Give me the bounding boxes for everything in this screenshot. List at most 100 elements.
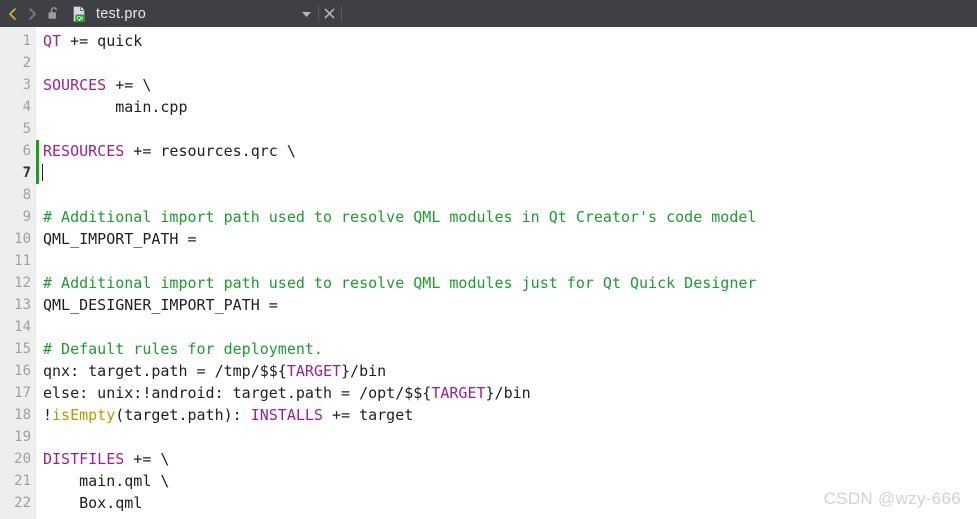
watermark: CSDN @wzy-666 <box>823 489 961 508</box>
code-text[interactable]: # Additional import path used to resolve… <box>36 272 756 294</box>
code-line[interactable]: 4 main.cpp <box>0 96 977 118</box>
code-token: += resources.qrc \ <box>124 142 296 160</box>
code-token: += quick <box>61 32 143 50</box>
code-token: (target.path): <box>115 406 251 424</box>
line-number: 17 <box>0 382 36 404</box>
code-token: main.cpp <box>43 98 188 116</box>
line-number: 7 <box>0 162 36 184</box>
chevron-down-icon[interactable] <box>296 0 318 27</box>
code-token: RESOURCES <box>43 142 125 160</box>
code-token: QML_IMPORT_PATH = <box>43 230 197 248</box>
line-number: 3 <box>0 74 36 96</box>
code-text[interactable]: # Default rules for deployment. <box>36 338 323 360</box>
tab-bar-divider-2 <box>340 5 342 22</box>
code-token: DISTFILES <box>43 450 125 468</box>
code-token: main.qml \ <box>43 472 170 490</box>
line-number: 5 <box>0 118 36 140</box>
code-line[interactable]: 8 <box>0 184 977 206</box>
code-token: else: unix:!android: target.path = /opt/… <box>43 384 432 402</box>
code-token: }/bin <box>485 384 531 402</box>
line-number: 10 <box>0 228 36 250</box>
line-number: 9 <box>0 206 36 228</box>
code-line[interactable]: 20 DISTFILES += \ <box>0 448 977 470</box>
code-line[interactable]: 5 <box>0 118 977 140</box>
code-line[interactable]: 15 # Default rules for deployment. <box>0 338 977 360</box>
code-line[interactable]: 2 <box>0 52 977 74</box>
qt-project-file-icon: Qt <box>68 0 90 27</box>
code-line[interactable]: 18 !isEmpty(target.path): INSTALLS += tar… <box>0 404 977 426</box>
unlock-icon[interactable] <box>42 0 66 27</box>
code-token: Box.qml <box>43 494 143 512</box>
line-number: 11 <box>0 250 36 272</box>
code-editor[interactable]: 1 QT += quick 2 3 SOURCES += \ 4 main.cpp 5 6 RE… <box>0 27 977 519</box>
code-line[interactable]: 12 # Additional import path used to resol… <box>0 272 977 294</box>
code-text[interactable]: DISTFILES += \ <box>36 448 169 470</box>
code-token: # Additional import path used to resolve… <box>43 274 757 292</box>
code-text[interactable]: main.qml \ <box>36 470 169 492</box>
code-text[interactable] <box>36 118 43 140</box>
code-text[interactable]: RESOURCES += resources.qrc \ <box>36 140 296 162</box>
code-text[interactable] <box>36 162 43 184</box>
code-line[interactable]: 6 RESOURCES += resources.qrc \ <box>0 140 977 162</box>
tab-title[interactable]: test.pro <box>96 6 146 22</box>
code-line[interactable]: 17 else: unix:!android: target.path = /op… <box>0 382 977 404</box>
line-number: 13 <box>0 294 36 316</box>
code-text[interactable]: SOURCES += \ <box>36 74 151 96</box>
code-text[interactable]: QT += quick <box>36 30 142 52</box>
code-lines[interactable]: 1 QT += quick 2 3 SOURCES += \ 4 main.cpp 5 6 RE… <box>0 27 977 514</box>
code-token: isEmpty <box>52 406 116 424</box>
code-text[interactable]: !isEmpty(target.path): INSTALLS += targe… <box>36 404 413 426</box>
code-text[interactable] <box>36 316 43 338</box>
code-text[interactable]: main.cpp <box>36 96 188 118</box>
code-line[interactable]: 19 <box>0 426 977 448</box>
close-icon[interactable] <box>319 0 341 27</box>
code-line[interactable]: 14 <box>0 316 977 338</box>
line-number: 2 <box>0 52 36 74</box>
code-token: += target <box>322 406 414 424</box>
back-arrow-icon[interactable] <box>2 0 22 27</box>
line-number: 16 <box>0 360 36 382</box>
code-token: += \ <box>106 76 152 94</box>
code-token: # Default rules for deployment. <box>43 340 323 358</box>
code-text[interactable]: QML_DESIGNER_IMPORT_PATH = <box>36 294 278 316</box>
line-number: 22 <box>0 492 36 514</box>
code-line[interactable]: 3 SOURCES += \ <box>0 74 977 96</box>
code-text[interactable]: qnx: target.path = /tmp/$${TARGET}/bin <box>36 360 386 382</box>
code-line[interactable]: 13 QML_DESIGNER_IMPORT_PATH = <box>0 294 977 316</box>
code-line[interactable]: 10 QML_IMPORT_PATH = <box>0 228 977 250</box>
code-line[interactable]: 1 QT += quick <box>0 30 977 52</box>
code-line[interactable]: 11 <box>0 250 977 272</box>
code-token: QT <box>43 32 62 50</box>
code-text[interactable] <box>36 250 43 272</box>
code-token: }/bin <box>341 362 387 380</box>
code-text[interactable] <box>36 184 43 206</box>
code-line[interactable]: 7 <box>0 162 977 184</box>
line-number: 14 <box>0 316 36 338</box>
line-number: 8 <box>0 184 36 206</box>
code-token: ! <box>43 406 53 424</box>
code-text[interactable]: # Additional import path used to resolve… <box>36 206 756 228</box>
line-number: 21 <box>0 470 36 492</box>
code-text[interactable]: QML_IMPORT_PATH = <box>36 228 197 250</box>
forward-arrow-icon[interactable] <box>22 0 42 27</box>
svg-text:Qt: Qt <box>76 16 82 22</box>
code-token: TARGET <box>431 384 486 402</box>
line-number: 19 <box>0 426 36 448</box>
code-text[interactable]: Box.qml <box>36 492 142 514</box>
code-token: qnx: target.path = /tmp/$${ <box>43 362 287 380</box>
line-number: 18 <box>0 404 36 426</box>
code-text[interactable]: else: unix:!android: target.path = /opt/… <box>36 382 531 404</box>
line-number: 20 <box>0 448 36 470</box>
line-number: 12 <box>0 272 36 294</box>
text-cursor <box>42 164 43 181</box>
code-token: TARGET <box>286 362 342 380</box>
code-line[interactable]: 9 # Additional import path used to resolv… <box>0 206 977 228</box>
code-line[interactable]: 16 qnx: target.path = /tmp/$${TARGET}/bin <box>0 360 977 382</box>
line-number: 4 <box>0 96 36 118</box>
code-token: INSTALLS <box>250 406 323 424</box>
line-number: 1 <box>0 30 36 52</box>
code-text[interactable] <box>36 52 43 74</box>
line-number: 6 <box>0 140 36 162</box>
editor-tab-bar: Qt test.pro <box>0 0 977 27</box>
code-text[interactable] <box>36 426 43 448</box>
